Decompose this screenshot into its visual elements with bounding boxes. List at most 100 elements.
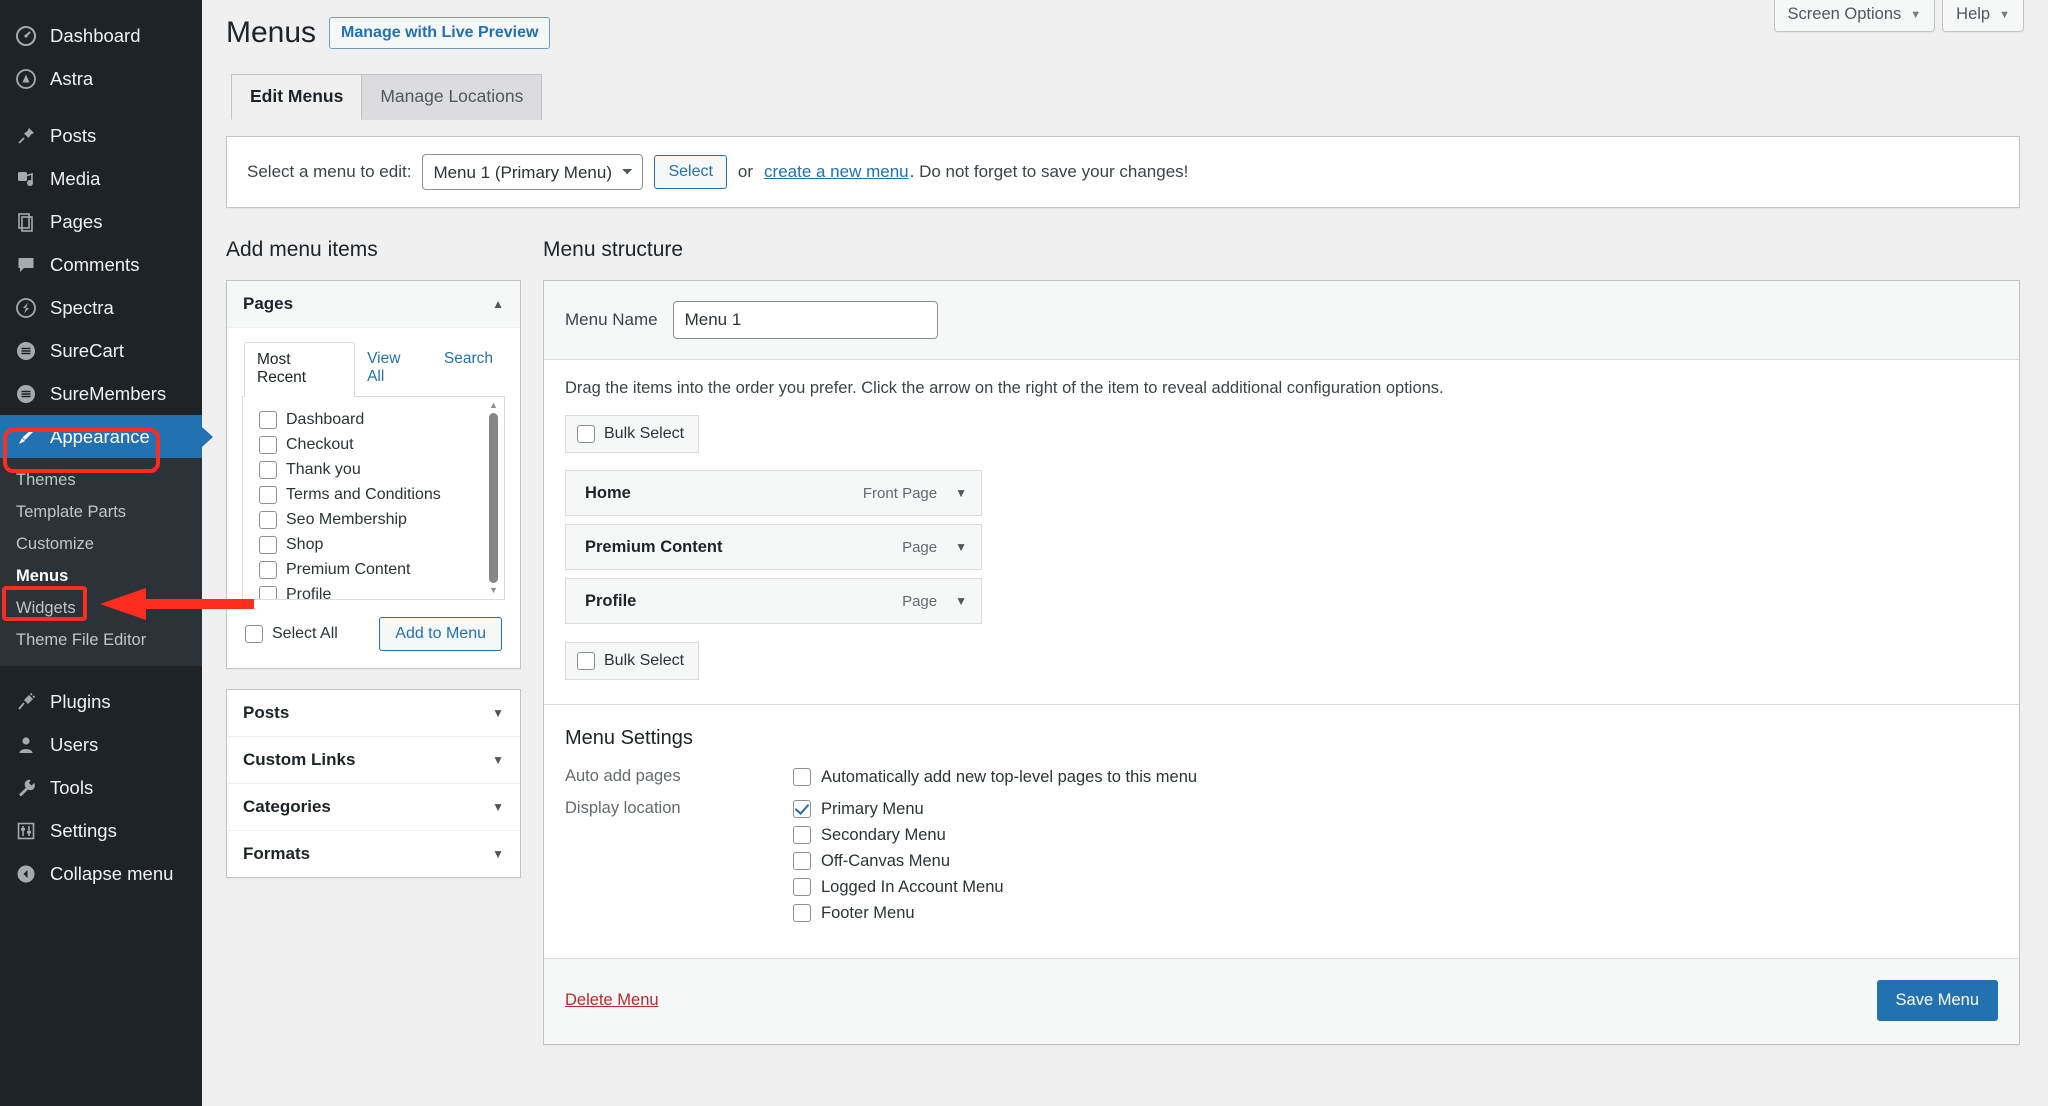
list-item[interactable]: Premium Content [245,557,504,582]
select-button[interactable]: Select [654,155,727,189]
sidebar-item-dashboard[interactable]: Dashboard [0,14,202,57]
menu-item-row[interactable]: Premium Content Page ▼ [565,524,982,570]
sidebar-subitem-menus[interactable]: Menus [0,560,202,592]
delete-menu-link[interactable]: Delete Menu [565,991,659,1010]
sidebar-item-surecart[interactable]: SureCart [0,329,202,372]
tab-view-all[interactable]: View All [355,342,432,396]
chevron-down-icon[interactable]: ▼ [955,486,967,500]
chevron-down-icon[interactable]: ▼ [492,847,504,861]
off-canvas-menu-checkbox[interactable] [793,852,811,870]
pages-list-scrollbar[interactable]: ▲ ▼ [485,398,502,598]
sidebar-item-suremembers[interactable]: SureMembers [0,372,202,415]
sidebar-item-posts[interactable]: Posts [0,114,202,157]
page-checkbox[interactable] [259,460,277,479]
sidebar-item-astra[interactable]: Astra [0,57,202,100]
tab-edit-menus[interactable]: Edit Menus [231,74,363,120]
scrollbar-thumb[interactable] [489,413,498,583]
page-checkbox[interactable] [259,435,277,454]
tab-most-recent[interactable]: Most Recent [244,342,356,397]
pages-panel-header[interactable]: Pages ▲ [227,281,520,328]
posts-panel-header[interactable]: Posts ▼ [227,690,520,737]
add-to-menu-button[interactable]: Add to Menu [379,617,502,651]
sidebar-item-appearance[interactable]: Appearance [0,415,202,458]
sidebar-item-collapse-menu[interactable]: Collapse menu [0,852,202,895]
list-item[interactable]: Thank you [245,457,504,482]
formats-panel-header[interactable]: Formats ▼ [227,831,520,877]
paintbrush-icon [13,424,39,450]
custom-links-panel-header[interactable]: Custom Links ▼ [227,737,520,784]
sidebar-item-spectra[interactable]: Spectra [0,286,202,329]
scroll-up-icon[interactable]: ▲ [489,401,498,410]
location-option-footer[interactable]: Footer Menu [793,900,1004,926]
menu-name-input[interactable] [672,301,938,339]
select-all-checkbox[interactable] [245,625,263,643]
page-checkbox[interactable] [259,535,277,554]
page-checkbox[interactable] [259,485,277,504]
secondary-menu-checkbox[interactable] [793,826,811,844]
sidebar-subitem-themes[interactable]: Themes [0,464,202,496]
chevron-down-icon[interactable]: ▼ [492,706,504,720]
sidebar-top-spacer [0,0,202,14]
screen-options-button[interactable]: Screen Options ▼ [1773,0,1936,32]
list-item[interactable]: Terms and Conditions [245,482,504,507]
page-label: Seo Membership [286,510,407,528]
bulk-select-top[interactable]: Bulk Select [565,415,700,453]
primary-menu-checkbox[interactable] [793,800,811,818]
sidebar-subitem-customize[interactable]: Customize [0,528,202,560]
sidebar-subitem-template-parts[interactable]: Template Parts [0,496,202,528]
chevron-up-icon[interactable]: ▲ [492,297,504,311]
chevron-down-icon[interactable]: ▼ [955,540,967,554]
logged-in-account-menu-checkbox[interactable] [793,878,811,896]
chevron-down-icon[interactable]: ▼ [492,800,504,814]
menu-item-row[interactable]: Profile Page ▼ [565,578,982,624]
sidebar-item-label: SureMembers [50,382,167,404]
bulk-select-bottom[interactable]: Bulk Select [565,642,700,680]
bulk-select-checkbox[interactable] [577,652,595,670]
menu-item-row[interactable]: Home Front Page ▼ [565,470,982,516]
sidebar-item-label: Tools [50,776,94,798]
drag-hint-text: Drag the items into the order you prefer… [565,379,1444,397]
auto-add-pages-option[interactable]: Automatically add new top-level pages to… [793,764,1197,790]
sidebar-item-plugins[interactable]: Plugins [0,680,202,723]
save-menu-button[interactable]: Save Menu [1876,980,1998,1021]
sidebar-subitem-theme-file-editor[interactable]: Theme File Editor [0,624,202,656]
sidebar-item-comments[interactable]: Comments [0,243,202,286]
help-button[interactable]: Help ▼ [1942,0,2024,32]
list-item[interactable]: Shop [245,532,504,557]
tab-search[interactable]: Search [432,342,505,396]
sidebar-item-settings[interactable]: Settings [0,809,202,852]
location-option-off-canvas[interactable]: Off-Canvas Menu [793,848,1004,874]
list-item[interactable]: Dashboard [245,407,504,432]
chevron-down-icon[interactable]: ▼ [492,753,504,767]
sidebar-item-tools[interactable]: Tools [0,766,202,809]
location-option-logged-in-account[interactable]: Logged In Account Menu [793,874,1004,900]
page-checkbox[interactable] [259,510,277,529]
footer-menu-checkbox[interactable] [793,904,811,922]
chevron-down-icon[interactable]: ▼ [955,594,967,608]
list-item[interactable]: Profile [245,582,504,599]
list-item[interactable]: Checkout [245,432,504,457]
sidebar-subitem-widgets[interactable]: Widgets [0,592,202,624]
sidebar-item-media[interactable]: Media [0,157,202,200]
page-checkbox[interactable] [259,585,277,599]
menu-select-dropdown[interactable]: Menu 1 (Primary Menu) [422,154,644,190]
location-option-primary[interactable]: Primary Menu [793,796,1004,822]
auto-add-pages-checkbox[interactable] [793,768,811,786]
page-checkbox[interactable] [259,560,277,579]
menu-name-bar: Menu Name [544,281,2019,360]
location-option-secondary[interactable]: Secondary Menu [793,822,1004,848]
sidebar-item-pages[interactable]: Pages [0,200,202,243]
select-all-row[interactable]: Select All [245,622,338,647]
bulk-select-checkbox[interactable] [577,425,595,443]
list-item[interactable]: Seo Membership [245,507,504,532]
categories-panel-header[interactable]: Categories ▼ [227,784,520,831]
manage-with-live-preview-button[interactable]: Manage with Live Preview [329,16,551,49]
tab-manage-locations[interactable]: Manage Locations [361,74,543,120]
page-checkbox[interactable] [259,410,277,429]
sidebar-item-users[interactable]: Users [0,723,202,766]
create-new-menu-link[interactable]: create a new menu [764,162,909,182]
sidebar-item-label: Settings [50,819,117,841]
custom-links-panel-title: Custom Links [243,750,356,769]
page-label: Thank you [286,460,361,478]
scroll-down-icon[interactable]: ▼ [489,586,498,595]
